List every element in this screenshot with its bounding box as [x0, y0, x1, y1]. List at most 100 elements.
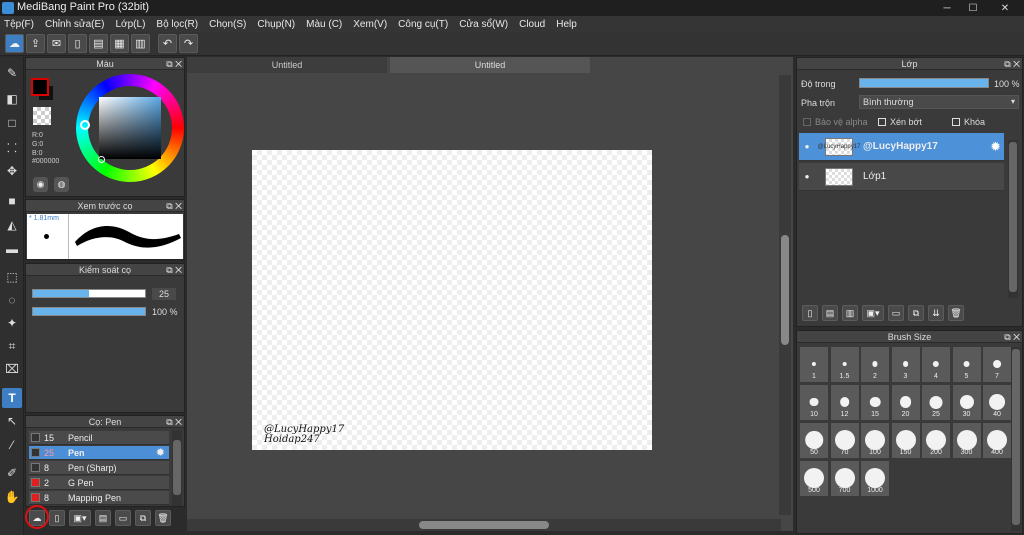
new-brush-icon[interactable]: ▯: [49, 510, 65, 526]
new-8bit-layer-icon[interactable]: ▥: [842, 305, 858, 321]
page-grid-icon[interactable]: ▦: [110, 34, 129, 53]
page-icon[interactable]: ▯: [68, 34, 87, 53]
menu-window[interactable]: Cửa sổ(W): [459, 19, 508, 30]
palette-icon[interactable]: ◉: [33, 177, 48, 192]
tab-untitled-1[interactable]: Untitled: [187, 57, 387, 73]
brush-size-cell[interactable]: 7: [982, 346, 1012, 383]
duplicate-brush-icon[interactable]: ⧉: [135, 510, 151, 526]
brush-size-cell[interactable]: 200: [921, 422, 951, 459]
color-picker-tool-icon[interactable]: ✐: [2, 463, 22, 483]
brush-size-cell[interactable]: 10: [799, 384, 829, 421]
layer-scrollbar[interactable]: [1008, 140, 1018, 298]
brush-size-cell[interactable]: 50: [799, 422, 829, 459]
maximize-button[interactable]: ☐: [960, 0, 986, 16]
bucket-tool-icon[interactable]: ◭: [2, 215, 22, 235]
magic-wand-tool-icon[interactable]: ✦: [2, 313, 22, 333]
minimize-button[interactable]: ─: [934, 0, 960, 16]
eyedropper-tool-icon[interactable]: ⁄: [2, 435, 22, 455]
delete-layer-icon[interactable]: 🗑: [948, 305, 964, 321]
select-eraser-tool-icon[interactable]: ⌧: [2, 359, 22, 379]
brush-size-cell[interactable]: 3: [890, 346, 921, 383]
move-tool-icon[interactable]: ✥: [2, 161, 22, 181]
brush-size-cell[interactable]: 2: [860, 346, 890, 383]
page-layout-icon[interactable]: ▥: [131, 34, 150, 53]
redo-icon[interactable]: ↷: [179, 34, 198, 53]
comment-icon[interactable]: ✉: [47, 34, 66, 53]
add-brush-dropdown-icon[interactable]: ▣▾: [69, 510, 91, 526]
lasso-tool-icon[interactable]: ◌: [2, 290, 22, 310]
layer-folder-icon[interactable]: ▭: [888, 305, 904, 321]
brush-list-item[interactable]: 2 G Pen: [29, 476, 169, 490]
panel-float-close-icon[interactable]: ⧉ ✕: [166, 58, 182, 70]
brush-list-item[interactable]: 8 Pen (Sharp): [29, 461, 169, 475]
document-canvas[interactable]: @LucyHappy17 Hoidap247: [252, 150, 652, 450]
select-rect-tool-icon[interactable]: ⬚: [2, 267, 22, 287]
brush-size-cell[interactable]: 4: [921, 346, 951, 383]
canvas-vertical-thumb[interactable]: [781, 235, 789, 345]
brush-list-item[interactable]: 8 Mapping Pen: [29, 491, 169, 505]
brush-size-cell[interactable]: 400: [982, 422, 1012, 459]
layer-opacity-slider[interactable]: [859, 78, 989, 88]
cloud-icon[interactable]: ☁: [5, 34, 24, 53]
menu-tools[interactable]: Công cụ(T): [398, 19, 448, 30]
brush-size-cell[interactable]: 500: [799, 460, 829, 497]
add-layer-dropdown-icon[interactable]: ▣▾: [862, 305, 884, 321]
canvas-horizontal-thumb[interactable]: [419, 521, 549, 529]
page-list-icon[interactable]: ▤: [89, 34, 108, 53]
panel-float-close-icon[interactable]: ⧉ ✕: [166, 200, 182, 212]
gear-icon[interactable]: ✹: [156, 446, 165, 459]
hue-knob[interactable]: [80, 120, 90, 130]
canvas-vertical-scrollbar[interactable]: [779, 75, 791, 515]
lock-checkbox[interactable]: [952, 118, 960, 126]
hue-wheel[interactable]: [76, 74, 184, 182]
clipping-checkbox[interactable]: [878, 118, 886, 126]
brush-list-scrollbar[interactable]: [172, 430, 182, 506]
menu-cloud[interactable]: Cloud: [519, 19, 545, 30]
panel-float-close-icon[interactable]: ⧉ ✕: [1004, 331, 1020, 343]
undo-icon[interactable]: ↶: [158, 34, 177, 53]
brush-size-cell[interactable]: 100: [860, 422, 890, 459]
foreground-color-swatch[interactable]: [31, 78, 49, 96]
menu-view[interactable]: Xem(V): [353, 19, 387, 30]
menu-color[interactable]: Màu (C): [306, 19, 342, 30]
fill-shape-tool-icon[interactable]: ■: [2, 191, 22, 211]
saturation-value-square[interactable]: [99, 97, 161, 159]
sv-knob[interactable]: [98, 156, 105, 163]
panel-float-close-icon[interactable]: ⧉ ✕: [1004, 58, 1020, 70]
menu-select[interactable]: Chọn(S): [209, 19, 246, 30]
eye-icon[interactable]: ●: [799, 142, 815, 151]
brush-size-cell[interactable]: 700: [829, 460, 860, 497]
brush-size-slider[interactable]: [32, 289, 146, 298]
menu-help[interactable]: Help: [556, 19, 577, 30]
brush-size-cell[interactable]: 1000: [860, 460, 890, 497]
brush-opacity-slider[interactable]: [32, 307, 146, 316]
eye-icon[interactable]: ●: [799, 172, 815, 181]
menu-filter[interactable]: Bộ lọc(R): [156, 19, 198, 30]
select-pen-tool-icon[interactable]: ⌗: [2, 336, 22, 356]
new-layer-icon[interactable]: ▯: [802, 305, 818, 321]
duplicate-layer-icon[interactable]: ⧉: [908, 305, 924, 321]
brush-size-cell[interactable]: 25: [921, 384, 951, 421]
eraser-tool-icon[interactable]: ◧: [2, 89, 22, 109]
brush-list-item[interactable]: 25 Pen ✹: [29, 446, 169, 460]
brush-size-cell[interactable]: 12: [829, 384, 860, 421]
canvas-horizontal-scrollbar[interactable]: [187, 519, 781, 531]
color-set-icon[interactable]: ◍: [54, 177, 69, 192]
brush-size-cell[interactable]: 150: [890, 422, 921, 459]
new-halftone-layer-icon[interactable]: ▤: [822, 305, 838, 321]
merge-layer-icon[interactable]: ⇊: [928, 305, 944, 321]
layer-row[interactable]: ● @LucyHappy17 @LucyHappy17 ✹: [799, 133, 1004, 161]
delete-brush-icon[interactable]: 🗑: [155, 510, 171, 526]
brush-tool-icon[interactable]: ✎: [2, 63, 22, 83]
hand-tool-icon[interactable]: ✋: [2, 487, 22, 507]
layer-row[interactable]: ● Lớp1: [799, 163, 1004, 191]
protect-alpha-checkbox[interactable]: [803, 118, 811, 126]
brush-size-cell[interactable]: 5: [951, 346, 982, 383]
tab-untitled-2[interactable]: Untitled: [390, 57, 590, 73]
gradient-tool-icon[interactable]: ▬: [2, 239, 22, 259]
panel-float-close-icon[interactable]: ⧉ ✕: [166, 264, 182, 276]
brush-size-cell[interactable]: 300: [951, 422, 982, 459]
close-button[interactable]: ✕: [986, 0, 1024, 16]
brush-size-cell[interactable]: 20: [890, 384, 921, 421]
transparent-color-swatch[interactable]: [33, 107, 51, 125]
